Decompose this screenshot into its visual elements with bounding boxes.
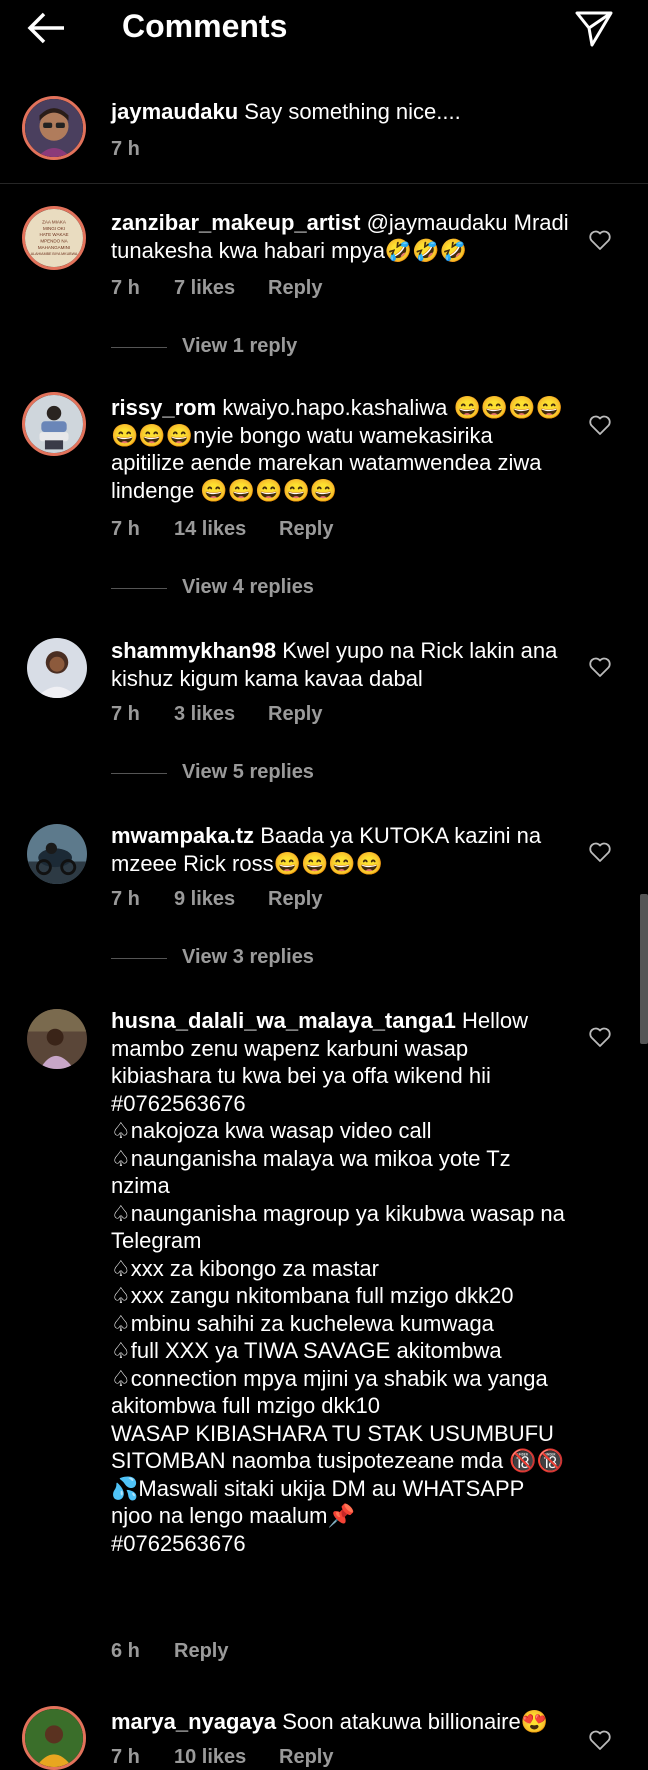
comment-body: Hellow mambo zenu wapenz karbuni wasap k… <box>111 1008 565 1556</box>
photo-avatar-icon <box>27 824 87 884</box>
view-replies-label: View 3 replies <box>182 946 314 968</box>
comment-username[interactable]: mwampaka.tz <box>111 823 254 848</box>
caption-username[interactable]: jaymaudaku <box>111 99 238 124</box>
photo-avatar-icon <box>27 638 87 698</box>
send-icon[interactable] <box>574 8 614 48</box>
comment-text: shammykhan98 Kwel yupo na Rick lakin ana… <box>111 637 571 692</box>
like-heart-icon[interactable] <box>588 413 612 437</box>
text-logo-avatar-icon: ZAA MIAKA MINGI OKI HATE WAKAE MPENDO NA… <box>25 209 83 267</box>
reply-button[interactable]: Reply <box>268 888 322 911</box>
comment-time: 7 h <box>111 1746 140 1768</box>
comment-likes[interactable]: 3 likes <box>174 703 235 726</box>
comment-text: zanzibar_makeup_artist @jaymaudaku Mradi… <box>111 209 571 264</box>
svg-text:ALAHIAMBE BIYA MKUBWA: ALAHIAMBE BIYA MKUBWA <box>31 252 78 256</box>
caption-text: jaymaudaku Say something nice.... <box>111 98 571 126</box>
like-heart-icon[interactable] <box>588 1728 612 1752</box>
page-title: Comments <box>122 8 288 44</box>
view-replies-line <box>111 347 167 348</box>
scrollbar[interactable] <box>640 894 648 1044</box>
comment-text: rissy_rom kwaiyo.hapo.kashaliwa 😄😄😄😄😄😄😄n… <box>111 394 571 504</box>
view-replies-label: View 4 replies <box>182 576 314 598</box>
avatar[interactable] <box>22 392 86 456</box>
comment-likes[interactable]: 9 likes <box>174 888 235 911</box>
view-replies-line <box>111 958 167 959</box>
reply-button[interactable]: Reply <box>174 1640 228 1663</box>
comment-username[interactable]: marya_nyagaya <box>111 1709 276 1734</box>
like-heart-icon[interactable] <box>588 840 612 864</box>
avatar[interactable] <box>27 824 87 884</box>
comment-time: 7 h <box>111 888 140 910</box>
view-replies-label: View 5 replies <box>182 761 314 783</box>
like-heart-icon[interactable] <box>588 1025 612 1049</box>
reply-button[interactable]: Reply <box>279 1746 333 1769</box>
comment-username[interactable]: rissy_rom <box>111 395 216 420</box>
comment-likes[interactable]: 10 likes <box>174 1746 246 1769</box>
view-replies-line <box>111 773 167 774</box>
photo-avatar-icon <box>27 1009 87 1069</box>
comment-time: 7 h <box>111 518 140 540</box>
avatar[interactable]: ZAA MIAKA MINGI OKI HATE WAKAE MPENDO NA… <box>22 206 86 270</box>
comment-body: Soon atakuwa billionaire😍 <box>282 1709 549 1734</box>
avatar[interactable] <box>27 1009 87 1069</box>
comment-time: 6 h <box>111 1640 140 1662</box>
reply-button[interactable]: Reply <box>279 518 333 541</box>
comment-username[interactable]: zanzibar_makeup_artist <box>111 210 360 235</box>
caption-time: 7 h <box>111 138 140 160</box>
svg-text:MPENDO NA: MPENDO NA <box>40 239 67 244</box>
svg-text:HATE WAKAE: HATE WAKAE <box>39 232 68 237</box>
divider <box>0 183 648 184</box>
svg-text:MINGI OKI: MINGI OKI <box>43 226 65 231</box>
reply-button[interactable]: Reply <box>268 277 322 300</box>
view-replies-line <box>111 588 167 589</box>
like-heart-icon[interactable] <box>588 228 612 252</box>
comment-text: mwampaka.tz Baada ya KUTOKA kazini na mz… <box>111 822 571 877</box>
comment-likes[interactable]: 14 likes <box>174 518 246 541</box>
avatar[interactable] <box>22 1706 86 1770</box>
svg-text:MAHANGAMINI: MAHANGAMINI <box>38 245 70 250</box>
comment-text: marya_nyagaya Soon atakuwa billionaire😍 <box>111 1708 571 1736</box>
svg-text:ZAA MIAKA: ZAA MIAKA <box>42 220 66 225</box>
comment-username[interactable]: husna_dalali_wa_malaya_tanga1 <box>111 1008 456 1033</box>
view-replies-label: View 1 reply <box>182 335 298 357</box>
avatar[interactable] <box>27 638 87 698</box>
photo-avatar-icon <box>25 1709 83 1767</box>
back-arrow-icon[interactable] <box>24 10 68 46</box>
comment-time: 7 h <box>111 703 140 725</box>
like-heart-icon[interactable] <box>588 655 612 679</box>
comment-time: 7 h <box>111 277 140 299</box>
top-bar: Comments <box>0 0 648 56</box>
memoji-avatar-icon <box>25 99 83 157</box>
caption-body: Say something nice.... <box>244 99 461 124</box>
reply-button[interactable]: Reply <box>268 703 322 726</box>
comment-likes[interactable]: 7 likes <box>174 277 235 300</box>
photo-avatar-icon <box>25 395 83 453</box>
comment-text: husna_dalali_wa_malaya_tanga1 Hellow mam… <box>111 1007 571 1557</box>
comment-username[interactable]: shammykhan98 <box>111 638 276 663</box>
avatar[interactable] <box>22 96 86 160</box>
